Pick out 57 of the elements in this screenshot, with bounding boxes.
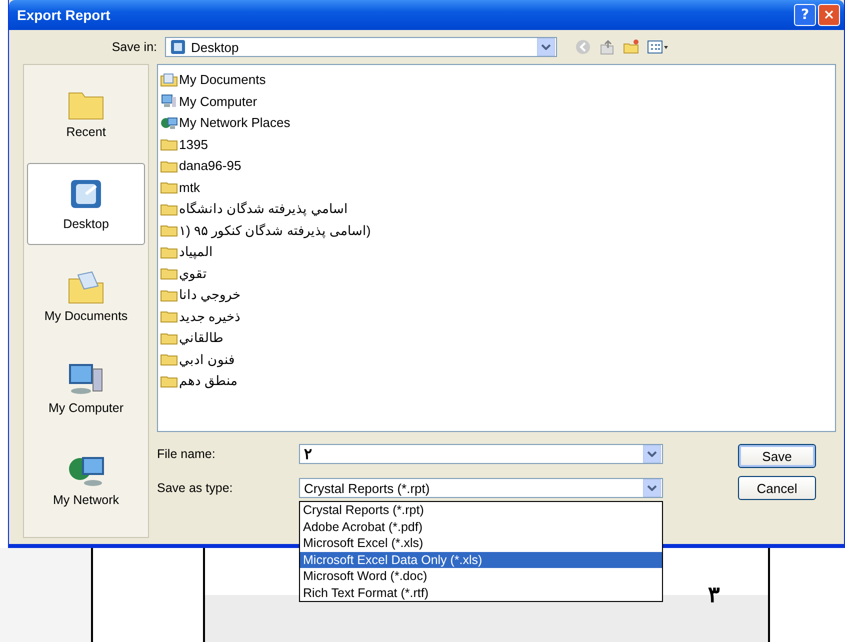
file-list-item[interactable]: ذخیره جدید xyxy=(179,308,241,324)
dropdown-option[interactable]: Microsoft Word (*.doc) xyxy=(300,568,662,584)
cancel-button[interactable]: Cancel xyxy=(738,476,816,500)
file-name-label: File name: xyxy=(157,446,216,461)
dropdown-option[interactable]: Microsoft Excel Data Only (*.xls) xyxy=(300,552,662,568)
file-list-item[interactable]: My Computer xyxy=(179,94,258,109)
file-list-item[interactable]: اسامي پذيرفته شدگان دانشگاه xyxy=(179,201,348,216)
file-list-item[interactable]: (اسامی پذیرفته شدگان کنکور ۹۵ (۱ xyxy=(179,222,371,238)
computer-icon xyxy=(160,94,178,108)
places-item[interactable]: Desktop xyxy=(27,163,145,245)
file-list-item[interactable]: خروجي دانا xyxy=(179,287,241,302)
places-item[interactable]: My Network xyxy=(27,439,145,521)
folder-icon xyxy=(160,223,178,238)
network-icon xyxy=(160,116,178,130)
save-button[interactable]: Save xyxy=(738,444,816,468)
close-button[interactable]: × xyxy=(818,4,840,26)
file-list-item[interactable]: dana96-95 xyxy=(179,158,242,174)
file-list-item[interactable]: منطق دهم xyxy=(179,373,238,388)
view-menu-icon[interactable] xyxy=(647,39,669,55)
file-list-item[interactable]: تقوي xyxy=(179,266,207,281)
file-list-item[interactable]: طالقاني xyxy=(179,330,223,346)
file-list-item[interactable]: 1395 xyxy=(179,136,208,152)
folder-icon xyxy=(160,202,178,216)
dropdown-option[interactable]: Crystal Reports (*.rpt) xyxy=(300,502,662,518)
document-folder-icon xyxy=(66,269,106,305)
new-folder-icon[interactable] xyxy=(623,39,639,55)
places-item[interactable]: Recent xyxy=(27,71,145,153)
save-as-type-label: Save as type: xyxy=(157,480,234,495)
folder-icon xyxy=(160,180,178,194)
folder-icon xyxy=(160,374,178,388)
dropdown-option[interactable]: Rich Text Format (*.rtf) xyxy=(300,584,662,601)
folder-icon xyxy=(160,244,178,259)
back-icon[interactable] xyxy=(575,39,591,55)
help-button[interactable]: ? xyxy=(794,4,816,26)
file-list-item[interactable]: My Documents xyxy=(179,72,266,88)
file-list-item[interactable]: فنون ادبي xyxy=(179,352,235,367)
save-as-type-dropdown[interactable]: Crystal Reports (*.rpt) xyxy=(299,478,663,498)
folder-icon xyxy=(160,158,178,173)
window-title: Export Report xyxy=(17,7,110,23)
folder-icon xyxy=(160,330,178,345)
save-in-dropdown[interactable]: Desktop xyxy=(165,37,557,57)
folder-icon xyxy=(160,137,178,152)
folder-icon xyxy=(160,309,178,324)
file-list-item[interactable]: المپیاد xyxy=(179,244,213,260)
file-list-item[interactable]: mtk xyxy=(179,180,200,195)
folder-icon xyxy=(160,266,178,280)
places-item[interactable]: My Computer xyxy=(27,347,145,429)
up-folder-icon[interactable] xyxy=(599,39,615,55)
desktop-icon xyxy=(170,39,186,55)
document-folder-icon xyxy=(160,72,178,87)
folder-icon xyxy=(160,288,178,302)
folder-icon xyxy=(160,352,178,366)
file-name-field[interactable]: ۲ xyxy=(299,444,663,464)
save-in-label: Save in: xyxy=(110,40,157,54)
dropdown-option[interactable]: Adobe Acrobat (*.pdf) xyxy=(300,518,662,535)
file-list-item[interactable]: My Network Places xyxy=(179,115,290,130)
places-item[interactable]: My Documents xyxy=(27,255,145,337)
